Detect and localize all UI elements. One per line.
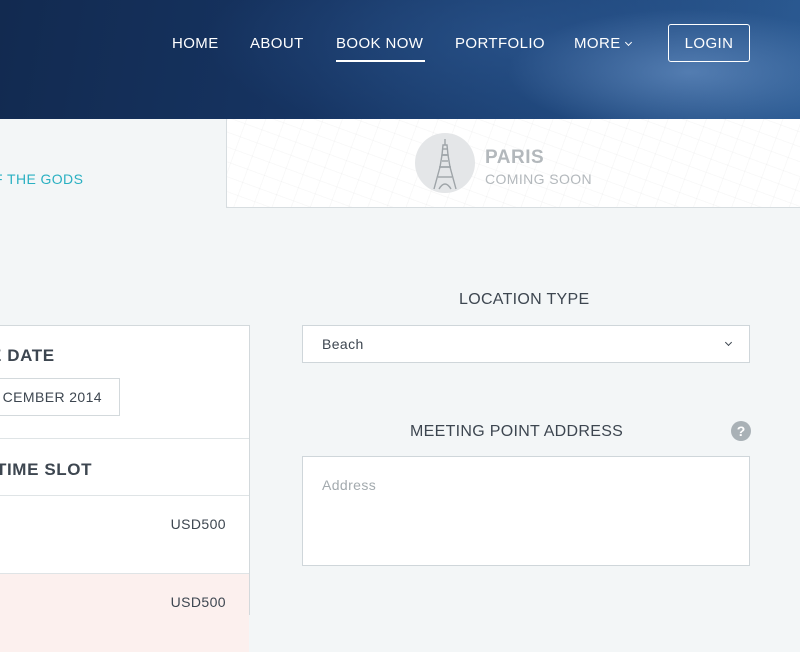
time-slot-row[interactable]: USD500 bbox=[0, 496, 249, 574]
date-picker-field[interactable]: CEMBER 2014 bbox=[0, 378, 120, 416]
slot-price: USD500 bbox=[170, 516, 226, 532]
booking-panel: E DATE CEMBER 2014 TIME SLOT USD500 USD5… bbox=[0, 325, 250, 652]
site-header: HOME ABOUT BOOK NOW PORTFOLIO MORE LOGIN bbox=[0, 0, 800, 119]
location-type-label: LOCATION TYPE bbox=[459, 291, 590, 308]
tab-paris[interactable]: PARIS COMING SOON bbox=[226, 119, 800, 208]
eiffel-tower-icon bbox=[415, 133, 475, 193]
divider bbox=[0, 438, 249, 439]
help-icon[interactable]: ? bbox=[731, 421, 751, 441]
location-type-select[interactable]: Beach bbox=[302, 325, 750, 363]
chevron-down-icon bbox=[724, 338, 733, 347]
nav-more-label: MORE bbox=[574, 35, 621, 52]
time-slot-row-selected[interactable]: USD500 bbox=[0, 574, 249, 652]
nav-about[interactable]: ABOUT bbox=[250, 35, 304, 52]
time-slot-heading: TIME SLOT bbox=[0, 460, 93, 479]
meeting-point-label: MEETING POINT ADDRESS bbox=[410, 423, 624, 440]
address-field[interactable] bbox=[302, 456, 750, 566]
nav-book-now[interactable]: BOOK NOW bbox=[336, 35, 426, 62]
login-button[interactable]: LOGIN bbox=[668, 24, 750, 62]
tab-gods[interactable]: F THE GODS bbox=[0, 119, 226, 208]
nav-portfolio[interactable]: PORTFOLIO bbox=[455, 35, 545, 52]
slot-price: USD500 bbox=[170, 594, 226, 610]
paris-title: PARIS bbox=[485, 147, 545, 168]
paris-subtitle: COMING SOON bbox=[485, 171, 593, 187]
date-heading: E DATE bbox=[0, 346, 55, 365]
tab-gods-label: F THE GODS bbox=[0, 171, 84, 187]
nav-home[interactable]: HOME bbox=[172, 35, 219, 52]
chevron-down-icon bbox=[624, 38, 632, 47]
location-type-value: Beach bbox=[322, 336, 364, 352]
nav-more[interactable]: MORE bbox=[574, 35, 632, 52]
